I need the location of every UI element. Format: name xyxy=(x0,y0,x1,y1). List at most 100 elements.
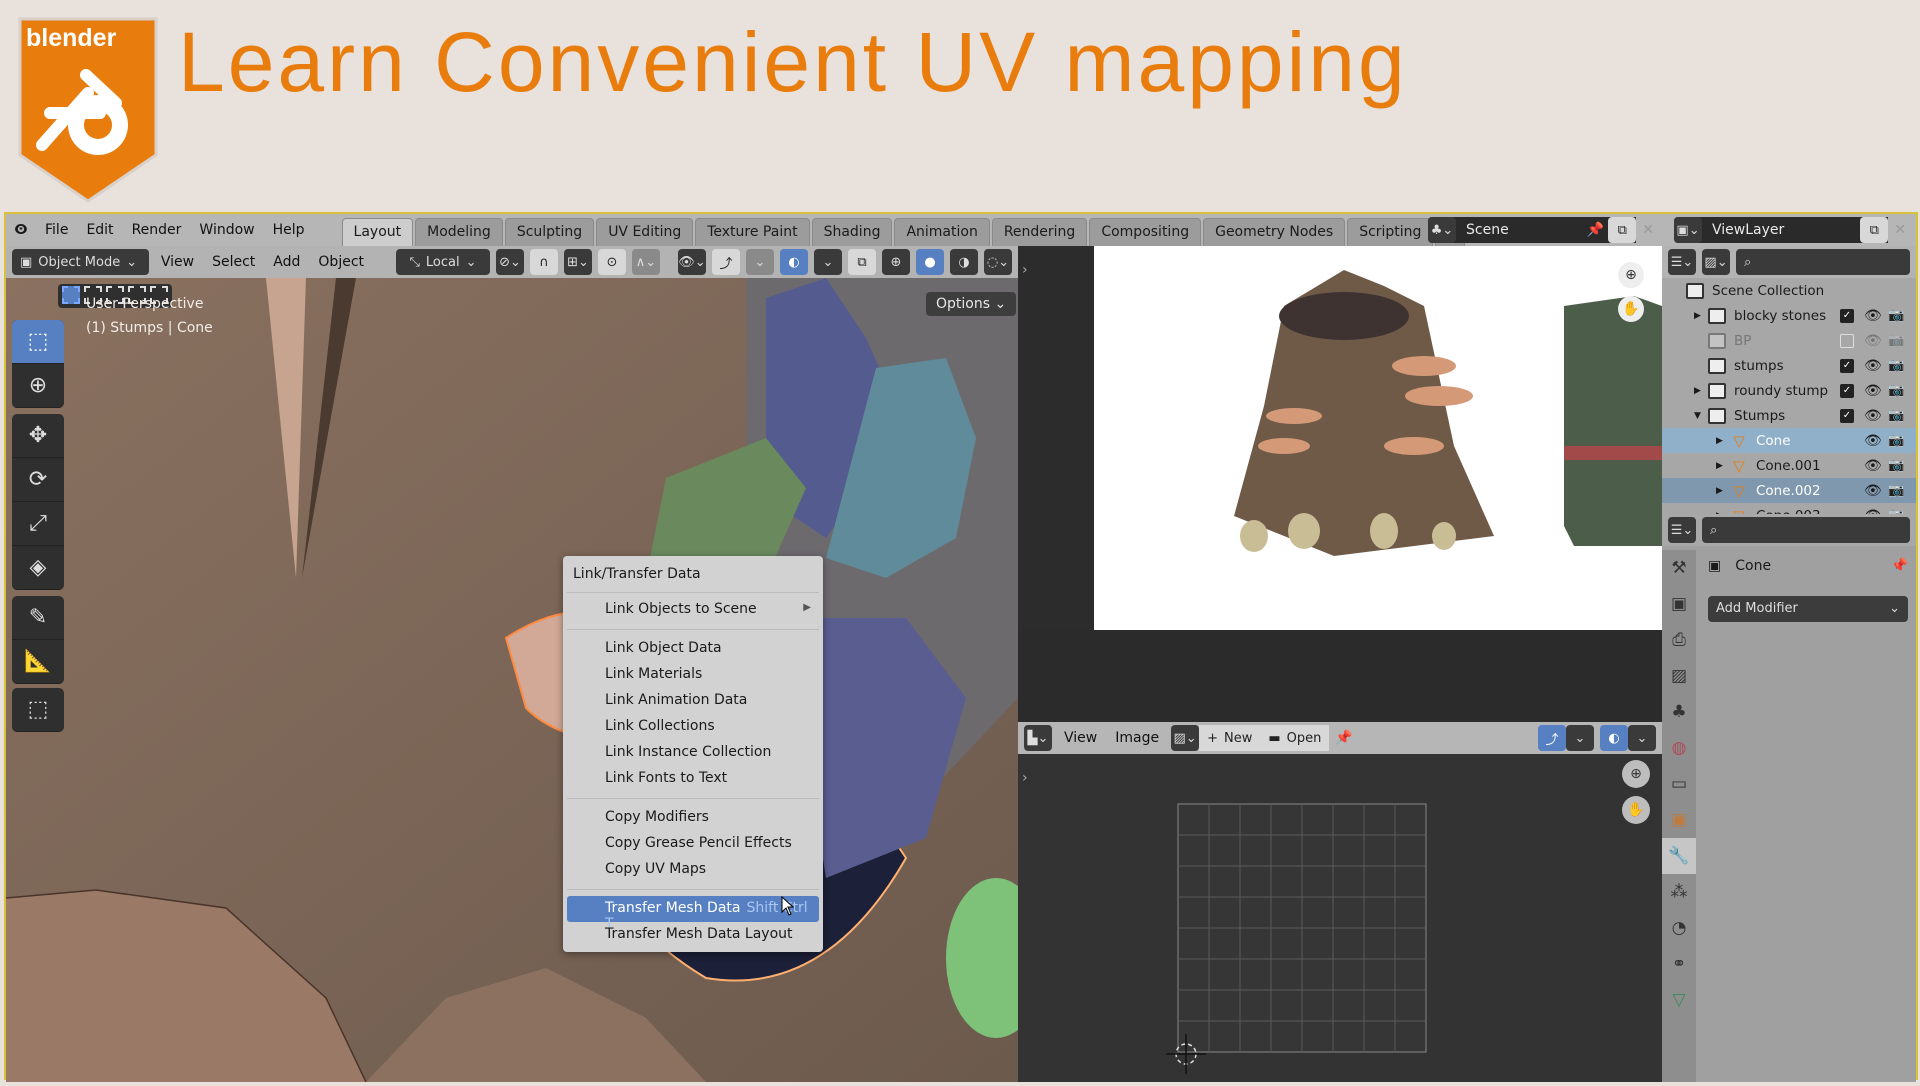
outliner-row[interactable]: ▶ roundy stump ✓ 👁 📷 xyxy=(1662,378,1916,403)
falloff-icon[interactable]: ∧⌄ xyxy=(632,249,660,275)
mode-dropdown[interactable]: ▣ Object Mode ⌄ xyxy=(12,249,149,275)
scale-tool-icon[interactable]: ⤢ xyxy=(12,502,64,546)
render-camera-icon[interactable]: 📷 xyxy=(1888,358,1904,373)
delete-scene-icon[interactable]: ✕ xyxy=(1636,217,1660,243)
menu-item-link-collections[interactable]: Link Collections xyxy=(567,714,819,740)
tab-layout[interactable]: Layout xyxy=(341,218,414,246)
wireframe-shading-icon[interactable]: ⊕ xyxy=(882,249,910,275)
menu-item-link-objects-to-scene[interactable]: Link Objects to Scene ▶ xyxy=(567,597,819,623)
cursor-tool-icon[interactable]: ⊕ xyxy=(12,364,64,408)
modifiers-tab-icon[interactable]: 🔧 xyxy=(1662,838,1696,874)
xray-icon[interactable]: ⧉ xyxy=(848,249,876,275)
expand-arrow-icon[interactable]: ▶ xyxy=(1716,486,1723,496)
properties-search-input[interactable]: ⌕ xyxy=(1702,517,1910,543)
menu-item-link-fonts-to-text[interactable]: Link Fonts to Text xyxy=(567,766,819,792)
expand-toolbar-icon[interactable]: › xyxy=(1022,770,1028,786)
visibility-eye-icon[interactable]: 👁 xyxy=(1864,458,1882,474)
tab-sculpting[interactable]: Sculpting xyxy=(504,218,595,246)
scene-tab-icon[interactable]: ♣ xyxy=(1662,694,1696,730)
blender-menu-icon[interactable]: ⵙ xyxy=(6,222,36,238)
transform-orientation-dropdown[interactable]: ⤡ Local ⌄ xyxy=(396,249,490,275)
outliner-row[interactable]: Scene Collection xyxy=(1662,278,1916,303)
render-camera-icon[interactable]: 📷 xyxy=(1888,383,1904,398)
menu-edit[interactable]: Edit xyxy=(77,222,122,238)
outliner-row[interactable]: ▶ ▽ Cone 👁 📷 xyxy=(1662,428,1916,453)
tab-shading[interactable]: Shading xyxy=(811,218,893,246)
solid-shading-icon[interactable]: ● xyxy=(916,249,944,275)
select-box-tool-icon[interactable]: ⬚ xyxy=(12,320,64,364)
menu-item-link-animation-data[interactable]: Link Animation Data xyxy=(567,688,819,714)
new-image-button[interactable]: + New xyxy=(1199,725,1261,751)
measure-tool-icon[interactable]: 📐 xyxy=(12,640,64,684)
tab-rendering[interactable]: Rendering xyxy=(991,218,1088,246)
data-tab-icon[interactable]: ▽ xyxy=(1662,982,1696,1018)
visibility-icon[interactable]: 👁⌄ xyxy=(678,249,706,275)
render-camera-icon[interactable]: 📷 xyxy=(1888,458,1904,473)
visibility-eye-icon[interactable]: 👁 xyxy=(1864,408,1882,424)
visibility-eye-icon[interactable]: 👁 xyxy=(1864,383,1882,399)
exclude-checkbox[interactable]: ✓ xyxy=(1840,383,1854,398)
menu-view[interactable]: View xyxy=(1058,730,1103,746)
visibility-eye-icon[interactable]: 👁 xyxy=(1864,358,1882,374)
overlays-dropdown-icon[interactable]: ⌄ xyxy=(814,249,842,275)
snap-icon[interactable]: ∩ xyxy=(530,249,558,275)
gizmo-dropdown-icon[interactable]: ⌄ xyxy=(746,249,774,275)
render-camera-icon[interactable]: 📷 xyxy=(1888,333,1904,348)
tab-animation[interactable]: Animation xyxy=(894,218,990,246)
new-view-layer-icon[interactable]: ⧉ xyxy=(1860,217,1889,243)
pan-hand-icon[interactable]: ✋ xyxy=(1618,296,1644,322)
outliner-row[interactable]: ▶ ▽ Cone.001 👁 📷 xyxy=(1662,453,1916,478)
scene-icon[interactable]: ♣⌄ xyxy=(1428,217,1456,243)
gizmo-icon[interactable]: ⤴ xyxy=(1538,725,1566,751)
outliner-item-name[interactable]: roundy stump xyxy=(1734,383,1828,399)
visibility-eye-icon[interactable]: 👁 xyxy=(1864,483,1882,499)
scene-name[interactable]: Scene xyxy=(1456,222,1587,238)
visibility-eye-icon[interactable]: 👁 xyxy=(1864,433,1882,449)
output-tab-icon[interactable]: ⎙ xyxy=(1662,622,1696,658)
outliner-item-name[interactable]: Cone.002 xyxy=(1756,483,1821,499)
menu-window[interactable]: Window xyxy=(190,222,263,238)
exclude-checkbox[interactable]: ✓ xyxy=(1840,358,1854,373)
particles-tab-icon[interactable]: ⁂ xyxy=(1662,874,1696,910)
editor-type-icon[interactable]: ▙⌄ xyxy=(1024,725,1052,751)
outliner-row[interactable]: ▼ Stumps ✓ 👁 📷 xyxy=(1662,403,1916,428)
menu-image[interactable]: Image xyxy=(1109,730,1165,746)
proportional-edit-icon[interactable]: ⊙ xyxy=(598,249,626,275)
outliner-item-name[interactable]: blocky stones xyxy=(1734,308,1826,324)
outliner-item-name[interactable]: stumps xyxy=(1734,358,1784,374)
menu-add[interactable]: Add xyxy=(267,254,306,270)
tab-uv-editing[interactable]: UV Editing xyxy=(596,218,694,246)
render-camera-icon[interactable]: 📷 xyxy=(1888,433,1904,448)
transform-tool-icon[interactable]: ◈ xyxy=(12,546,64,590)
zoom-icon[interactable]: ⊕ xyxy=(1618,262,1644,288)
collection-tab-icon[interactable]: ▭ xyxy=(1662,766,1696,802)
menu-help[interactable]: Help xyxy=(264,222,314,238)
exclude-checkbox[interactable]: ✓ xyxy=(1840,408,1854,423)
collapse-arrow-icon[interactable]: ▼ xyxy=(1694,411,1701,421)
outliner-item-name[interactable]: Cone xyxy=(1756,433,1791,449)
options-dropdown[interactable]: Options ⌄ xyxy=(926,292,1017,316)
expand-toolbar-icon[interactable]: › xyxy=(1022,262,1028,278)
menu-item-link-instance-collection[interactable]: Link Instance Collection xyxy=(567,740,819,766)
visibility-eye-icon[interactable]: 👁 xyxy=(1864,308,1882,324)
gizmo-icon[interactable]: ⤴ xyxy=(712,249,740,275)
add-modifier-dropdown[interactable]: Add Modifier ⌄ xyxy=(1708,596,1908,622)
pin-icon[interactable]: 📌 xyxy=(1891,558,1908,574)
overlays-icon[interactable]: ◐ xyxy=(1600,725,1628,751)
menu-item-link-object-data[interactable]: Link Object Data xyxy=(567,636,819,662)
visibility-eye-icon[interactable]: 👁 xyxy=(1864,333,1882,349)
view-layer-name[interactable]: ViewLayer xyxy=(1702,222,1860,238)
rotate-tool-icon[interactable]: ⟳ xyxy=(12,458,64,502)
add-cube-tool-icon[interactable]: ⬚ xyxy=(12,688,64,732)
material-shading-icon[interactable]: ◑ xyxy=(950,249,978,275)
object-tab-icon[interactable]: ▣ xyxy=(1662,802,1696,838)
annotate-tool-icon[interactable]: ✎ xyxy=(12,596,64,640)
outliner-row[interactable]: ▶ blocky stones ✓ 👁 📷 xyxy=(1662,303,1916,328)
tab-compositing[interactable]: Compositing xyxy=(1089,218,1202,246)
outliner-row[interactable]: BP 👁 📷 xyxy=(1662,328,1916,353)
render-camera-icon[interactable]: 📷 xyxy=(1888,483,1904,498)
pivot-point-icon[interactable]: ⊘⌄ xyxy=(496,249,524,275)
properties-editor-type-icon[interactable]: ☰⌄ xyxy=(1668,517,1696,543)
expand-arrow-icon[interactable]: ▶ xyxy=(1716,436,1723,446)
menu-item-transfer-mesh-data-layout[interactable]: Transfer Mesh Data Layout xyxy=(567,922,819,948)
